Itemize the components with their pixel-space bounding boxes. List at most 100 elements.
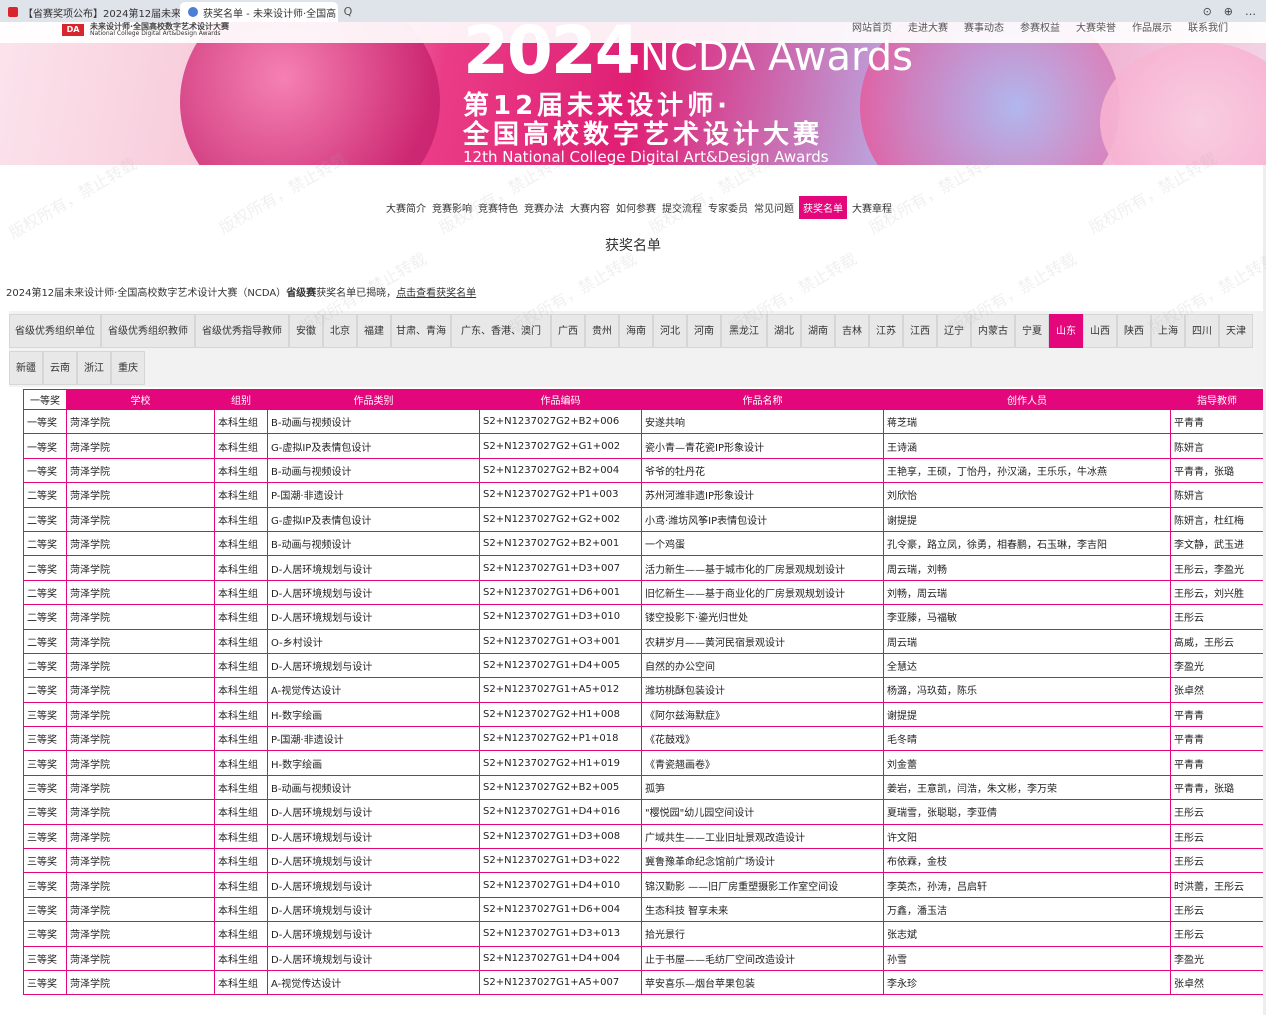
province-button[interactable]: 省级优秀组织教师 [101, 314, 195, 348]
section-nav-item[interactable]: 竞赛办法 [523, 196, 565, 219]
province-button[interactable]: 天津 [1219, 314, 1253, 348]
province-button[interactable]: 四川 [1185, 314, 1219, 348]
table-cell: S2+N1237027G2+P1+018 [479, 726, 642, 752]
table-cell: S2+N1237027G2+B2+004 [479, 457, 642, 484]
table-cell: 菏泽学院 [66, 433, 215, 459]
banner-year: 2024 [463, 22, 641, 89]
table-cell: S2+N1237027G1+D3+013 [479, 921, 642, 947]
province-button[interactable]: 云南 [43, 351, 77, 385]
table-cell: S2+N1237027G1+O3+001 [479, 628, 642, 654]
table-cell: 菏泽学院 [66, 482, 215, 508]
more-menu-icon[interactable]: … [1245, 5, 1256, 18]
browser-tab-bar: 【省赛奖项公布】2024第12届未来 获奖名单 - 未来设计师·全国高 × Q … [0, 0, 1266, 22]
province-button[interactable]: 河北 [653, 314, 687, 348]
province-button[interactable]: 吉林 [835, 314, 869, 348]
nav-about[interactable]: 走进大赛 [908, 22, 948, 34]
province-button[interactable]: 海南 [619, 314, 653, 348]
province-button[interactable]: 福建 [357, 314, 391, 348]
table-cell: S2+N1237027G1+A5+007 [479, 969, 642, 996]
table-cell: 本科生组 [214, 750, 268, 776]
province-button[interactable]: 山东 [1049, 314, 1083, 348]
nav-home[interactable]: 网站首页 [852, 22, 892, 34]
table-cell: 一等奖 [23, 457, 67, 484]
table-cell: 三等奖 [23, 921, 67, 947]
table-cell: 拾光景行 [641, 921, 884, 947]
site-logo[interactable]: DA 未来设计师·全国高校数字艺术设计大赛 National College D… [62, 22, 229, 38]
province-button[interactable]: 甘肃、青海 [391, 314, 451, 348]
nav-news[interactable]: 赛事动态 [964, 22, 1004, 34]
province-button[interactable]: 山西 [1083, 314, 1117, 348]
province-button[interactable]: 安徽 [289, 314, 323, 348]
section-nav-item[interactable]: 获奖名单 [799, 196, 847, 219]
awards-table: 一等奖 学校 组别 作品类别 作品编码 作品名称 创作人员 指导教师 一等奖 菏泽学院 本科生组 B… [23, 389, 1264, 996]
section-nav-item[interactable]: 大赛简介 [385, 196, 427, 219]
province-button[interactable]: 贵州 [585, 314, 619, 348]
province-button[interactable]: 广东、香港、澳门 [451, 314, 551, 348]
province-button[interactable]: 新疆 [9, 351, 43, 385]
table-cell: 陈妍言，杜红梅 [1170, 506, 1264, 532]
table-cell: 孤笋 [641, 774, 884, 801]
table-cell: 瓷小青—青花瓷IP形象设计 [641, 433, 884, 459]
province-button[interactable]: 江苏 [869, 314, 903, 348]
table-cell: D-人居环境规划与设计 [267, 652, 480, 679]
browser-tab-1[interactable]: 【省赛奖项公布】2024第12届未来 [0, 2, 180, 22]
section-nav-item[interactable]: 大赛内容 [569, 196, 611, 219]
section-nav-item[interactable]: 如何参赛 [615, 196, 657, 219]
table-cell: D-人居环境规划与设计 [267, 896, 480, 923]
province-button[interactable]: 上海 [1151, 314, 1185, 348]
table-cell: 周云瑞 [883, 628, 1171, 654]
browser-tab-title: 获奖名单 - 未来设计师·全国高 [203, 8, 337, 20]
table-cell: 杨潞，冯玖茹，陈乐 [883, 677, 1171, 703]
section-nav-item[interactable]: 大赛章程 [851, 196, 893, 219]
column-header: 组别 [214, 389, 268, 410]
table-cell: 李盈光 [1170, 652, 1264, 679]
table-cell: 本科生组 [214, 921, 268, 947]
province-button[interactable]: 北京 [323, 314, 357, 348]
view-list-link[interactable]: 点击查看获奖名单 [396, 288, 476, 299]
province-button[interactable]: 江西 [903, 314, 937, 348]
table-cell: 三等奖 [23, 872, 67, 898]
province-button[interactable]: 省级优秀指导教师 [195, 314, 289, 348]
table-cell: 李英杰，孙涛，吕启轩 [883, 872, 1171, 898]
table-cell: 本科生组 [214, 945, 268, 971]
section-nav-item[interactable]: 竞赛特色 [477, 196, 519, 219]
province-button[interactable]: 湖南 [801, 314, 835, 348]
nav-contact[interactable]: 联系我们 [1188, 22, 1228, 34]
province-button[interactable]: 广西 [551, 314, 585, 348]
province-button[interactable]: 河南 [687, 314, 721, 348]
tab-search-icon[interactable]: Q [338, 5, 358, 18]
site-nav: 网站首页 走进大赛 赛事动态 参赛权益 大赛荣誉 作品展示 联系我们 [852, 22, 1228, 34]
province-button[interactable]: 宁夏 [1015, 314, 1049, 348]
section-nav-item[interactable]: 提交流程 [661, 196, 703, 219]
province-button[interactable]: 湖北 [767, 314, 801, 348]
table-cell: 平青青 [1170, 750, 1264, 776]
section-nav-item[interactable]: 专家委员 [707, 196, 749, 219]
table-cell: 王彤云 [1170, 823, 1264, 850]
table-cell: 刘欣怡 [883, 482, 1171, 508]
table-row: 二等奖 菏泽学院 本科生组 D-人居环境规划与设计 S2+N1237027G1+D3+0… [23, 604, 1264, 630]
browser-tab-title: 【省赛奖项公布】2024第12届未来 [23, 8, 180, 20]
province-button[interactable]: 省级优秀组织单位 [9, 314, 101, 348]
nav-honors[interactable]: 大赛荣誉 [1076, 22, 1116, 34]
table-cell: A-视觉传达设计 [267, 677, 480, 703]
section-nav-item[interactable]: 常见问题 [753, 196, 795, 219]
province-button[interactable]: 重庆 [111, 351, 145, 385]
province-button[interactable]: 黑龙江 [721, 314, 767, 348]
nav-works[interactable]: 作品展示 [1132, 22, 1172, 34]
download-icon[interactable]: ⊙ [1203, 5, 1212, 18]
table-cell: H-数字绘画 [267, 750, 480, 776]
section-nav-item[interactable]: 竞赛影响 [431, 196, 473, 219]
globe-icon[interactable]: ⊕ [1224, 5, 1233, 18]
table-cell: 苹安喜乐—烟台苹果包装 [641, 969, 884, 996]
province-button[interactable]: 内蒙古 [971, 314, 1015, 348]
province-button[interactable]: 陕西 [1117, 314, 1151, 348]
table-cell: 李文静，武玉进 [1170, 530, 1264, 557]
table-cell: 三等奖 [23, 750, 67, 776]
province-button[interactable]: 浙江 [77, 351, 111, 385]
nav-rights[interactable]: 参赛权益 [1020, 22, 1060, 34]
table-cell: 谢提提 [883, 506, 1171, 532]
section-nav: 大赛简介 竞赛影响 竞赛特色 竞赛办法 大赛内容 如何参赛 提交流程 专家委员 常见问题 获奖名单… [385, 196, 893, 219]
browser-tab-2-active[interactable]: 获奖名单 - 未来设计师·全国高 × [180, 2, 338, 22]
province-button[interactable]: 辽宁 [937, 314, 971, 348]
table-cell: 刘畅，周云瑞 [883, 579, 1171, 606]
